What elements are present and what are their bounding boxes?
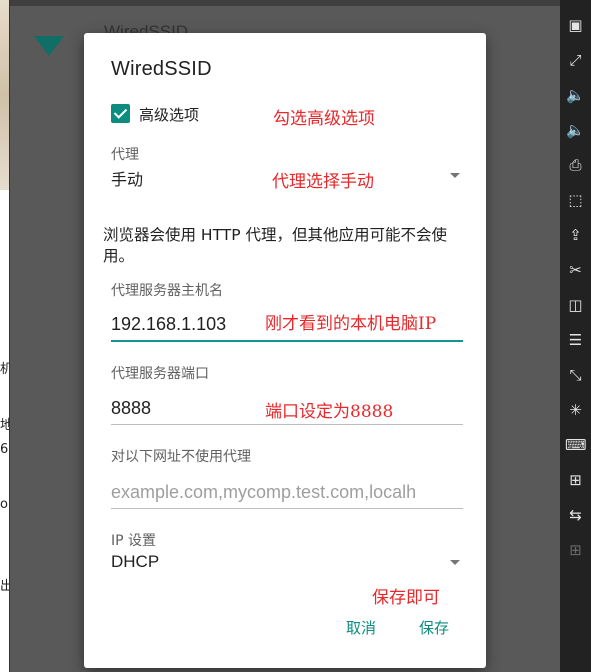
cancel-button[interactable]: 取消 (346, 617, 376, 638)
proxy-dropdown-arrow-icon[interactable] (450, 173, 460, 178)
bypass-input[interactable] (111, 477, 463, 507)
annotation-host: 刚才看到的本机电脑IP (265, 314, 437, 334)
screenshot-icon[interactable]: ⬚ (565, 190, 586, 211)
bypass-underline (111, 508, 463, 509)
bg-text: 地 (0, 414, 9, 433)
proxy-host-label: 代理服务器主机名 (111, 283, 223, 299)
proxy-port-label: 代理服务器端口 (111, 366, 209, 382)
add-icon[interactable]: ⊞ (565, 540, 586, 561)
volume-up-icon[interactable]: 🔈 (565, 85, 586, 106)
save-button[interactable]: 保存 (419, 617, 449, 638)
multi-window-icon[interactable]: ◫ (565, 295, 586, 316)
proxy-select[interactable]: 手动 (111, 166, 143, 190)
loading-icon[interactable]: ✳ (565, 400, 586, 421)
ip-settings-label: IP 设置 (111, 533, 157, 549)
volume-down-icon[interactable]: 🔈 (565, 120, 586, 141)
ip-settings-select[interactable]: DHCP (111, 552, 159, 572)
bypass-label: 对以下网址不使用代理 (111, 449, 251, 465)
proxy-label: 代理 (111, 147, 139, 163)
advanced-options-checkbox[interactable] (111, 104, 130, 123)
ip-dropdown-arrow-icon[interactable] (450, 560, 460, 565)
emulator-toolbar: ▣ ⤢ 🔈 🔈 ⎙ ⬚ ⇪ ✂ ◫ ☰ ⤡ ✳ ⌨ ⊞ ⇆ ⊞ (560, 0, 591, 672)
annotation-advanced: 勾选高级选项 (273, 109, 375, 129)
power-icon[interactable]: ▣ (565, 15, 586, 36)
dialog-title: WiredSSID (111, 58, 212, 80)
install-apk-icon[interactable]: ⇪ (565, 225, 586, 246)
resize-icon[interactable]: ⤡ (565, 365, 586, 386)
status-bar (10, 0, 560, 6)
virtual-location-icon[interactable]: ⊞ (565, 470, 586, 491)
advanced-options-label[interactable]: 高级选项 (139, 104, 199, 125)
proxy-host-underline (111, 340, 463, 342)
proxy-info-text: 浏览器会使用 HTTP 代理，但其他应用可能不会使用。 (103, 226, 448, 265)
swap-icon[interactable]: ⇆ (565, 505, 586, 526)
annotation-port: 端口设定为8888 (265, 402, 394, 422)
bg-text: 机 (0, 358, 9, 377)
keyboard-icon[interactable]: ⌨ (565, 435, 587, 456)
annotation-save: 保存即可 (372, 588, 440, 608)
bg-text: 6 (0, 442, 9, 457)
proxy-port-underline (111, 424, 463, 425)
bg-text: o (0, 497, 8, 512)
background-photo (0, 0, 9, 190)
wifi-icon (34, 36, 64, 56)
menu-icon[interactable]: ☰ (565, 330, 586, 351)
annotation-proxy: 代理选择手动 (272, 172, 374, 192)
wifi-settings-dialog: WiredSSID 高级选项 勾选高级选项 代理 手动 代理选择手动 浏览器会使… (84, 33, 486, 668)
print-icon[interactable]: ⎙ (565, 155, 586, 176)
background-app-strip: 机 地 6 o 出 (0, 0, 10, 672)
fullscreen-icon[interactable]: ⤢ (565, 50, 586, 71)
bg-text: 出 (0, 575, 9, 594)
scissors-icon[interactable]: ✂ (565, 260, 586, 281)
